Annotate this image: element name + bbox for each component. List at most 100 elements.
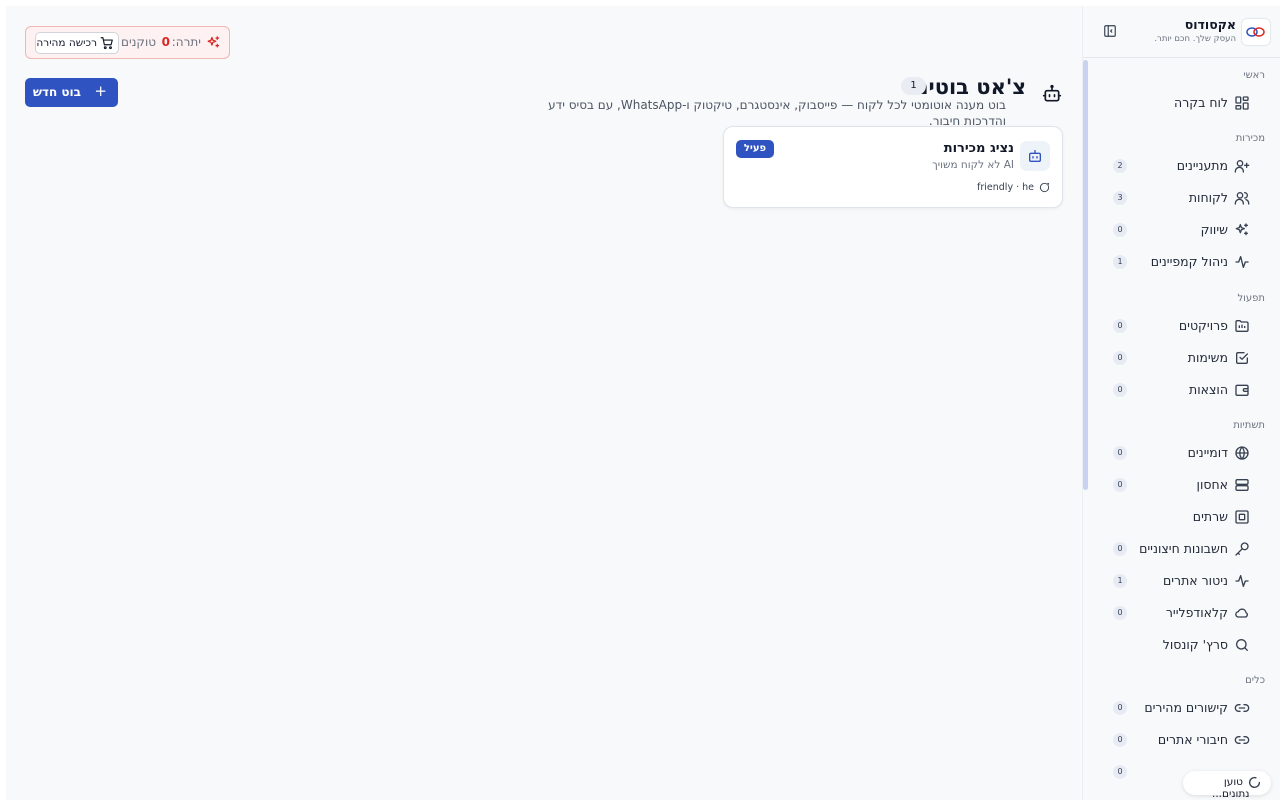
- search-icon: [1236, 639, 1248, 651]
- sidebar-item-label: משימות: [1187, 350, 1228, 365]
- token-balance-label: יתרה:: [171, 35, 201, 49]
- plus-icon: +: [94, 82, 107, 100]
- count-badge: 0: [1113, 319, 1127, 333]
- sidebar-item-label: דומיינים: [1187, 445, 1228, 460]
- sidebar-item-label: חיבורי אתרים: [1157, 732, 1228, 747]
- spinner-icon: [1248, 776, 1261, 788]
- sidebar-item-label: פרויקטים: [1178, 318, 1228, 333]
- sidebar-item-label: מתעניינים: [1176, 158, 1228, 173]
- sidebar-item-external-accounts[interactable]: חשבונות חיצוניים 0: [1086, 535, 1280, 563]
- count-badge: 2: [1113, 159, 1127, 173]
- count-badge: 0: [1113, 765, 1127, 779]
- sidebar-item-campaigns[interactable]: ניהול קמפיינים 1: [1086, 248, 1280, 276]
- count-badge: 1: [1113, 574, 1127, 588]
- token-count: 0: [161, 35, 170, 49]
- bot-meta: friendly · he: [977, 182, 1034, 193]
- dashboard-icon: [1235, 96, 1249, 110]
- loading-sublabel: נתונים...: [1212, 788, 1250, 800]
- sidebar-item-label: חשבונות חיצוניים: [1139, 541, 1228, 556]
- sidebar-item-label: שיווק: [1200, 222, 1228, 237]
- user-plus-icon: [1234, 160, 1250, 173]
- quick-purchase-label: רכישה מהירה: [36, 37, 97, 49]
- server-icon: [1235, 479, 1249, 491]
- count-badge: 1: [1113, 255, 1127, 269]
- new-bot-label: בוט חדש: [32, 85, 81, 99]
- sidebar-item-label: לקוחות: [1188, 190, 1228, 205]
- folder-icon: [1235, 320, 1249, 332]
- page-title: צ'אט בוטים: [913, 75, 1026, 99]
- cloud-icon: [1235, 608, 1248, 618]
- sidebar-item-cloudflare[interactable]: קלאודפלייר 0: [1086, 599, 1280, 627]
- count-badge: 0: [1113, 351, 1127, 365]
- brand-name: אקסודוס: [1184, 17, 1236, 32]
- count-badge: 0: [1113, 223, 1127, 237]
- sidebar-item-label: קישורים מהירים: [1144, 700, 1228, 715]
- section-title-sales: מכירות: [1235, 133, 1265, 144]
- count-badge: 0: [1113, 606, 1127, 620]
- loading-label: טוען: [1223, 776, 1243, 788]
- section-title-operations: תפעול: [1237, 293, 1266, 304]
- sidebar-item-label: קלאודפלייר: [1165, 605, 1228, 620]
- pulse-icon: [1235, 575, 1249, 587]
- count-badge: 0: [1113, 478, 1127, 492]
- token-balance-bar: יתרה: 0 טוקנים רכישה מהירה: [25, 26, 230, 59]
- message-circle-icon: [1039, 182, 1050, 193]
- sparkles-icon: [1235, 223, 1248, 236]
- cpu-icon: [1235, 510, 1249, 524]
- section-title-tools: כלים: [1245, 675, 1265, 686]
- sidebar-item-projects[interactable]: פרויקטים 0: [1086, 312, 1280, 340]
- sidebar-item-customers[interactable]: לקוחות 3: [1086, 184, 1280, 212]
- count-badge: 3: [1113, 191, 1127, 205]
- count-badge: 0: [1113, 733, 1127, 747]
- bot-icon: [1029, 150, 1041, 162]
- sidebar-item-site-monitoring[interactable]: ניטור אתרים 1: [1086, 567, 1280, 595]
- link-icon: [1234, 704, 1250, 712]
- sidebar-item-label: ניהול קמפיינים: [1150, 254, 1228, 269]
- sidebar-item-leads[interactable]: מתעניינים 2: [1086, 152, 1280, 180]
- page-description: בוט מענה אוטומטי לכל לקוח — פייסבוק, אינ…: [548, 98, 1006, 128]
- cart-icon: [100, 37, 113, 50]
- sidebar-header: אקסודוס העסק שלך. חכם יותר.: [1083, 6, 1280, 58]
- bot-icon: [1042, 84, 1062, 102]
- sidebar: אקסודוס העסק שלך. חכם יותר. ראשי מכירות …: [1082, 6, 1280, 800]
- sidebar-item-dashboard[interactable]: לוח בקרה: [1086, 89, 1280, 117]
- section-title-infrastructure: תשתיות: [1233, 420, 1265, 431]
- sidebar-item-expenses[interactable]: הוצאות 0: [1086, 376, 1280, 404]
- new-bot-button[interactable]: + בוט חדש: [25, 78, 118, 107]
- bot-name: נציג מכירות: [943, 141, 1014, 156]
- count-badge: 0: [1113, 383, 1127, 397]
- link-icon: [1234, 736, 1250, 744]
- wallet-icon: [1235, 384, 1249, 396]
- status-badge: פעיל: [736, 140, 774, 158]
- globe-icon: [1235, 446, 1249, 460]
- sidebar-item-quick-links[interactable]: קישורים מהירים 0: [1086, 694, 1280, 722]
- quick-purchase-button[interactable]: רכישה מהירה: [35, 32, 119, 54]
- count-badge: 0: [1113, 542, 1127, 556]
- sidebar-item-servers[interactable]: שרתים: [1086, 503, 1280, 531]
- sidebar-item-label: הוצאות: [1189, 382, 1228, 397]
- sidebar-item-domains[interactable]: דומיינים 0: [1086, 439, 1280, 467]
- sparkles-icon: [207, 36, 220, 48]
- section-title-main: ראשי: [1243, 70, 1265, 81]
- bot-avatar: [1020, 141, 1050, 171]
- sidebar-item-tasks[interactable]: משימות 0: [1086, 344, 1280, 372]
- app-root: יתרה: 0 טוקנים רכישה מהירה + בוט חדש צ'א…: [6, 6, 1280, 800]
- sidebar-item-marketing[interactable]: שיווק 0: [1086, 216, 1280, 244]
- check-square-icon: [1236, 352, 1248, 364]
- sidebar-item-search-console[interactable]: סרץ' קונסול: [1086, 631, 1280, 659]
- bot-card[interactable]: נציג מכירות AI לא לקוח משויך friendly · …: [723, 126, 1063, 208]
- sidebar-item-label: ניטור אתרים: [1162, 573, 1228, 588]
- sidebar-item-label: אחסון: [1196, 477, 1228, 492]
- sidebar-item-site-connections[interactable]: חיבורי אתרים 0: [1086, 726, 1280, 754]
- token-unit-label: טוקנים: [120, 35, 156, 49]
- sidebar-item-label: סרץ' קונסול: [1162, 637, 1228, 652]
- sidebar-item-storage[interactable]: אחסון 0: [1086, 471, 1280, 499]
- users-icon: [1234, 192, 1250, 205]
- sidebar-item-label: שרתים: [1192, 509, 1228, 524]
- sidebar-toggle-icon[interactable]: [1103, 24, 1117, 38]
- key-icon: [1235, 542, 1249, 556]
- brand-logo: [1241, 18, 1271, 46]
- sidebar-item-label: לוח בקרה: [1174, 95, 1228, 110]
- activity-icon: [1235, 256, 1249, 268]
- bot-count-badge: 1: [901, 77, 926, 95]
